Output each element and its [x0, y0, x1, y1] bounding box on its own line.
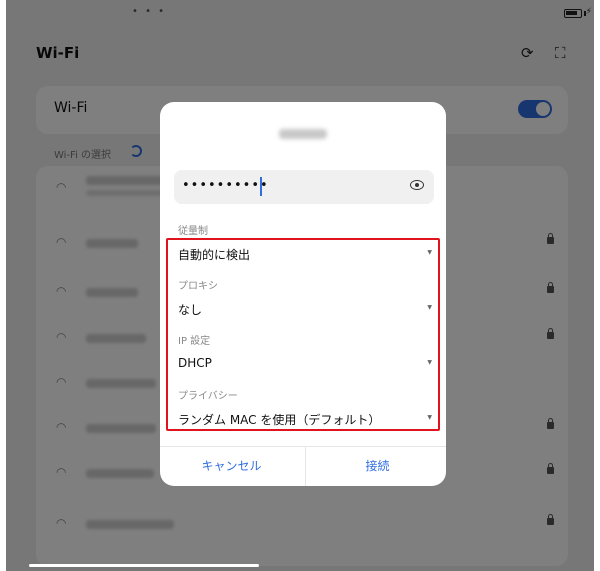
password-input[interactable]: •••••••••• — [174, 170, 434, 204]
metered-label: 従量制 — [178, 226, 208, 237]
eye-icon[interactable] — [410, 180, 424, 190]
cancel-button[interactable]: キャンセル — [160, 447, 303, 486]
password-value: •••••••••• — [182, 178, 269, 193]
network-ssid-blurred — [160, 124, 446, 143]
highlight-box — [166, 238, 440, 431]
home-indicator[interactable] — [29, 564, 259, 567]
connect-button[interactable]: 接続 — [306, 447, 446, 486]
text-cursor — [260, 177, 262, 196]
